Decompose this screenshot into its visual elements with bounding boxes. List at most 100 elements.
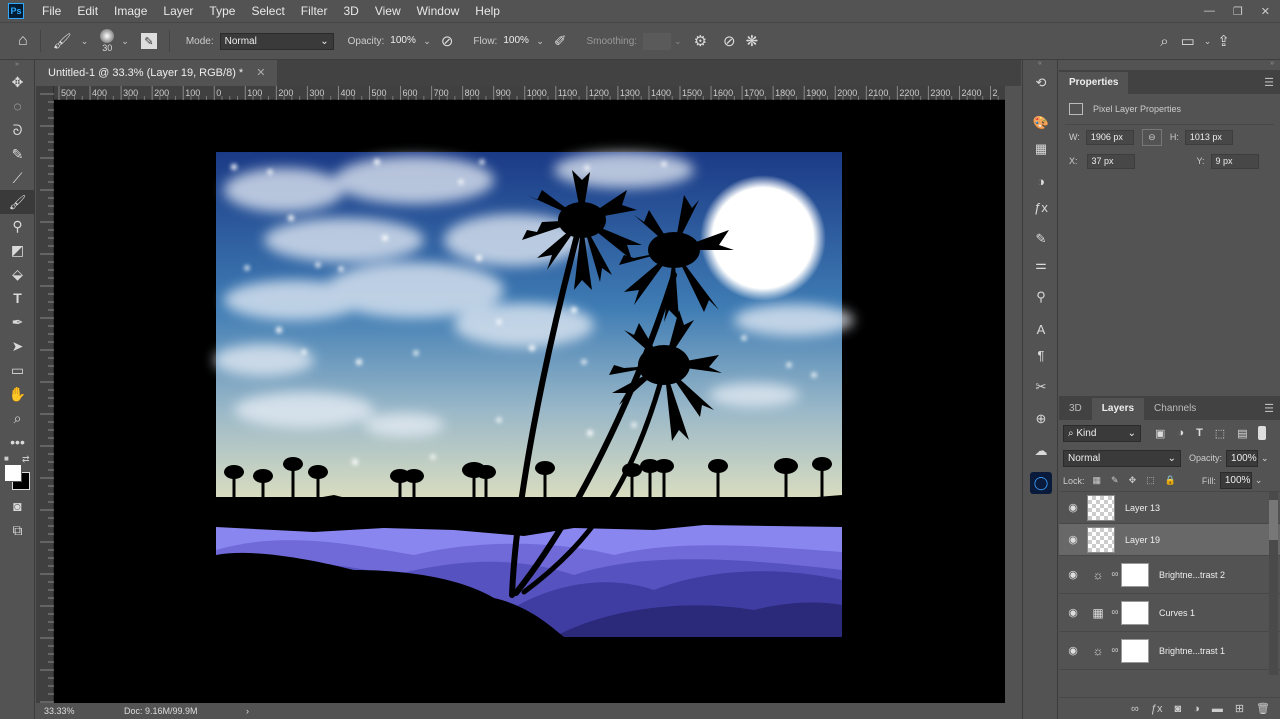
adjustments-icon[interactable]: ◑ bbox=[1023, 168, 1059, 194]
layer-row[interactable]: ◉ ☼ ∞ Brightne...trast 1 bbox=[1059, 632, 1280, 670]
tab-3d[interactable]: 3D bbox=[1059, 398, 1092, 420]
layer-row-selected[interactable]: ◉ Layer 19 bbox=[1059, 524, 1280, 556]
tab-channels[interactable]: Channels bbox=[1144, 398, 1206, 420]
collapse-icon[interactable]: » bbox=[1059, 60, 1280, 70]
chevron-down-icon[interactable]: ⌄ bbox=[536, 36, 544, 47]
link-layers-icon[interactable]: ∞ bbox=[1131, 703, 1139, 715]
eye-icon[interactable]: ◉ bbox=[1059, 644, 1087, 657]
chevron-down-icon[interactable]: ⌄ bbox=[423, 36, 431, 47]
foreground-color-swatch[interactable] bbox=[4, 464, 22, 482]
paint-bucket-icon[interactable]: ⬙ bbox=[0, 262, 35, 286]
marquee-tool-icon[interactable]: ◌ bbox=[0, 94, 35, 118]
eye-icon[interactable]: ◉ bbox=[1059, 533, 1087, 546]
chevron-down-icon[interactable]: ⌄ bbox=[674, 36, 682, 47]
layer-mask-thumbnail[interactable] bbox=[1121, 562, 1149, 587]
filter-pixel-icon[interactable]: ▣ bbox=[1155, 427, 1165, 440]
layer-row[interactable]: ◉ Layer 13 bbox=[1059, 492, 1280, 524]
menu-view[interactable]: View bbox=[367, 0, 409, 22]
more-tools-icon[interactable]: ••• bbox=[0, 430, 35, 454]
chevron-down-icon[interactable]: ⌄ bbox=[121, 36, 129, 47]
horizontal-ruler[interactable]: 500 400 300 200 100 0 100 200 300 400 500 600 700 800… bbox=[54, 86, 1015, 100]
link-icon[interactable]: ∞ bbox=[1109, 607, 1121, 618]
search-icon[interactable]: ⌕ bbox=[1160, 33, 1168, 50]
color-palette-icon[interactable]: 🎨 bbox=[1023, 110, 1059, 136]
eye-icon[interactable]: ◉ bbox=[1059, 606, 1087, 619]
eye-icon[interactable]: ◉ bbox=[1059, 568, 1087, 581]
chevron-down-icon[interactable]: ⌄ bbox=[1255, 475, 1263, 486]
filter-type-icon[interactable]: T bbox=[1196, 427, 1203, 439]
lock-artboard-icon[interactable]: ⬚ bbox=[1146, 475, 1155, 486]
new-adjustment-icon[interactable]: ◑ bbox=[1193, 703, 1200, 715]
width-input[interactable]: 1906 px bbox=[1085, 129, 1134, 145]
chevron-down-icon[interactable]: ⌄ bbox=[81, 36, 89, 47]
styles-icon[interactable]: ƒx bbox=[1023, 194, 1059, 220]
quick-mask-icon[interactable]: ◙ bbox=[0, 494, 35, 518]
vertical-ruler[interactable] bbox=[36, 86, 54, 703]
menu-help[interactable]: Help bbox=[467, 0, 508, 22]
opacity-input[interactable]: 100% bbox=[390, 33, 420, 50]
delete-layer-icon[interactable]: 🗑 bbox=[1256, 702, 1270, 715]
smoothing-input[interactable] bbox=[643, 32, 672, 50]
menu-layer[interactable]: Layer bbox=[155, 0, 201, 22]
artwork-canvas[interactable] bbox=[54, 100, 1005, 703]
brush-tool-icon[interactable]: 🖌 bbox=[53, 32, 72, 50]
pen-tool-icon[interactable]: ✒ bbox=[0, 310, 35, 334]
restore-icon[interactable]: ❐ bbox=[1233, 5, 1243, 18]
swatches-icon[interactable]: ▦ bbox=[1023, 136, 1059, 162]
home-icon[interactable]: ⌂ bbox=[18, 32, 28, 50]
close-icon[interactable]: ✕ bbox=[256, 67, 265, 79]
collapse-icon[interactable]: » bbox=[0, 60, 34, 70]
mode-select[interactable]: Normal ⌄ bbox=[219, 32, 334, 50]
screen-mode-icon[interactable]: ⧉ bbox=[0, 518, 35, 542]
menu-filter[interactable]: Filter bbox=[293, 0, 336, 22]
brush-preset-picker[interactable]: 30 bbox=[96, 29, 118, 53]
type-tool-icon[interactable]: T bbox=[0, 286, 35, 310]
scrollbar-thumb[interactable] bbox=[1269, 500, 1278, 540]
new-group-icon[interactable]: ▬ bbox=[1212, 703, 1223, 715]
history-icon[interactable]: ⟲ bbox=[1023, 70, 1059, 96]
layer-row[interactable]: ◉ ☼ ∞ Brightne...trast 2 bbox=[1059, 556, 1280, 594]
layers-scrollbar[interactable] bbox=[1269, 492, 1278, 675]
quick-selection-icon[interactable]: ✎ bbox=[0, 142, 35, 166]
layer-style-icon[interactable]: ƒx bbox=[1151, 703, 1163, 715]
brush-settings-icon[interactable]: ✎ bbox=[1023, 226, 1059, 252]
lock-position-icon[interactable]: ✥ bbox=[1129, 475, 1137, 486]
clone-source-icon[interactable]: ⚲ bbox=[1023, 284, 1059, 310]
zoom-level[interactable]: 33.33% bbox=[44, 703, 75, 719]
eraser-tool-icon[interactable]: ◩ bbox=[0, 238, 35, 262]
airbrush-icon[interactable]: ✐ bbox=[554, 32, 567, 50]
learn-icon[interactable]: ◯ bbox=[1023, 470, 1059, 496]
new-layer-icon[interactable]: ⊞ bbox=[1235, 702, 1244, 715]
tab-layers[interactable]: Layers bbox=[1091, 398, 1145, 420]
character-icon[interactable]: A bbox=[1023, 316, 1059, 342]
lock-transparent-icon[interactable]: ▦ bbox=[1093, 475, 1102, 486]
libraries-icon[interactable]: ☁ bbox=[1023, 438, 1059, 464]
blend-mode-select[interactable]: Normal ⌄ bbox=[1063, 449, 1181, 467]
brush-tool-icon[interactable]: 🖌 bbox=[0, 190, 35, 214]
path-selection-icon[interactable]: ➤ bbox=[0, 334, 35, 358]
eye-icon[interactable]: ◉ bbox=[1059, 501, 1087, 514]
chevron-right-icon[interactable]: › bbox=[246, 703, 249, 719]
panel-menu-icon[interactable]: ☰ bbox=[1264, 76, 1274, 89]
tool-presets-icon[interactable]: ✂ bbox=[1023, 374, 1059, 400]
layer-mask-thumbnail[interactable] bbox=[1121, 638, 1149, 663]
hand-tool-icon[interactable]: ✋ bbox=[0, 382, 35, 406]
height-input[interactable]: 1013 px bbox=[1184, 129, 1233, 145]
menu-window[interactable]: Window bbox=[409, 0, 468, 22]
close-window-icon[interactable]: ✕ bbox=[1261, 5, 1270, 18]
chevron-down-icon[interactable]: ⌄ bbox=[1261, 453, 1269, 464]
gear-icon[interactable]: ⚙ bbox=[694, 32, 707, 50]
layer-row[interactable]: ◉ ▦ ∞ Curves 1 bbox=[1059, 594, 1280, 632]
lock-pixels-icon[interactable]: ✎ bbox=[1111, 475, 1119, 486]
filter-smart-object-icon[interactable]: ▤ bbox=[1237, 427, 1247, 440]
lasso-tool-icon[interactable]: ᘐ bbox=[0, 118, 35, 142]
lock-all-icon[interactable]: 🔒 bbox=[1165, 475, 1176, 486]
x-input[interactable]: 37 px bbox=[1086, 153, 1135, 169]
pressure-size-icon[interactable]: ⊘ bbox=[723, 32, 736, 50]
link-icon[interactable]: ∞ bbox=[1109, 645, 1121, 656]
paragraph-icon[interactable]: ¶ bbox=[1023, 342, 1059, 368]
layer-opacity-input[interactable]: 100% bbox=[1226, 449, 1259, 467]
document-tab[interactable]: Untitled-1 @ 33.3% (Layer 19, RGB/8) * ✕ bbox=[36, 60, 278, 86]
stamp-tool-icon[interactable]: ⚲ bbox=[0, 214, 35, 238]
brushes-icon[interactable]: ⚌ bbox=[1023, 252, 1059, 278]
